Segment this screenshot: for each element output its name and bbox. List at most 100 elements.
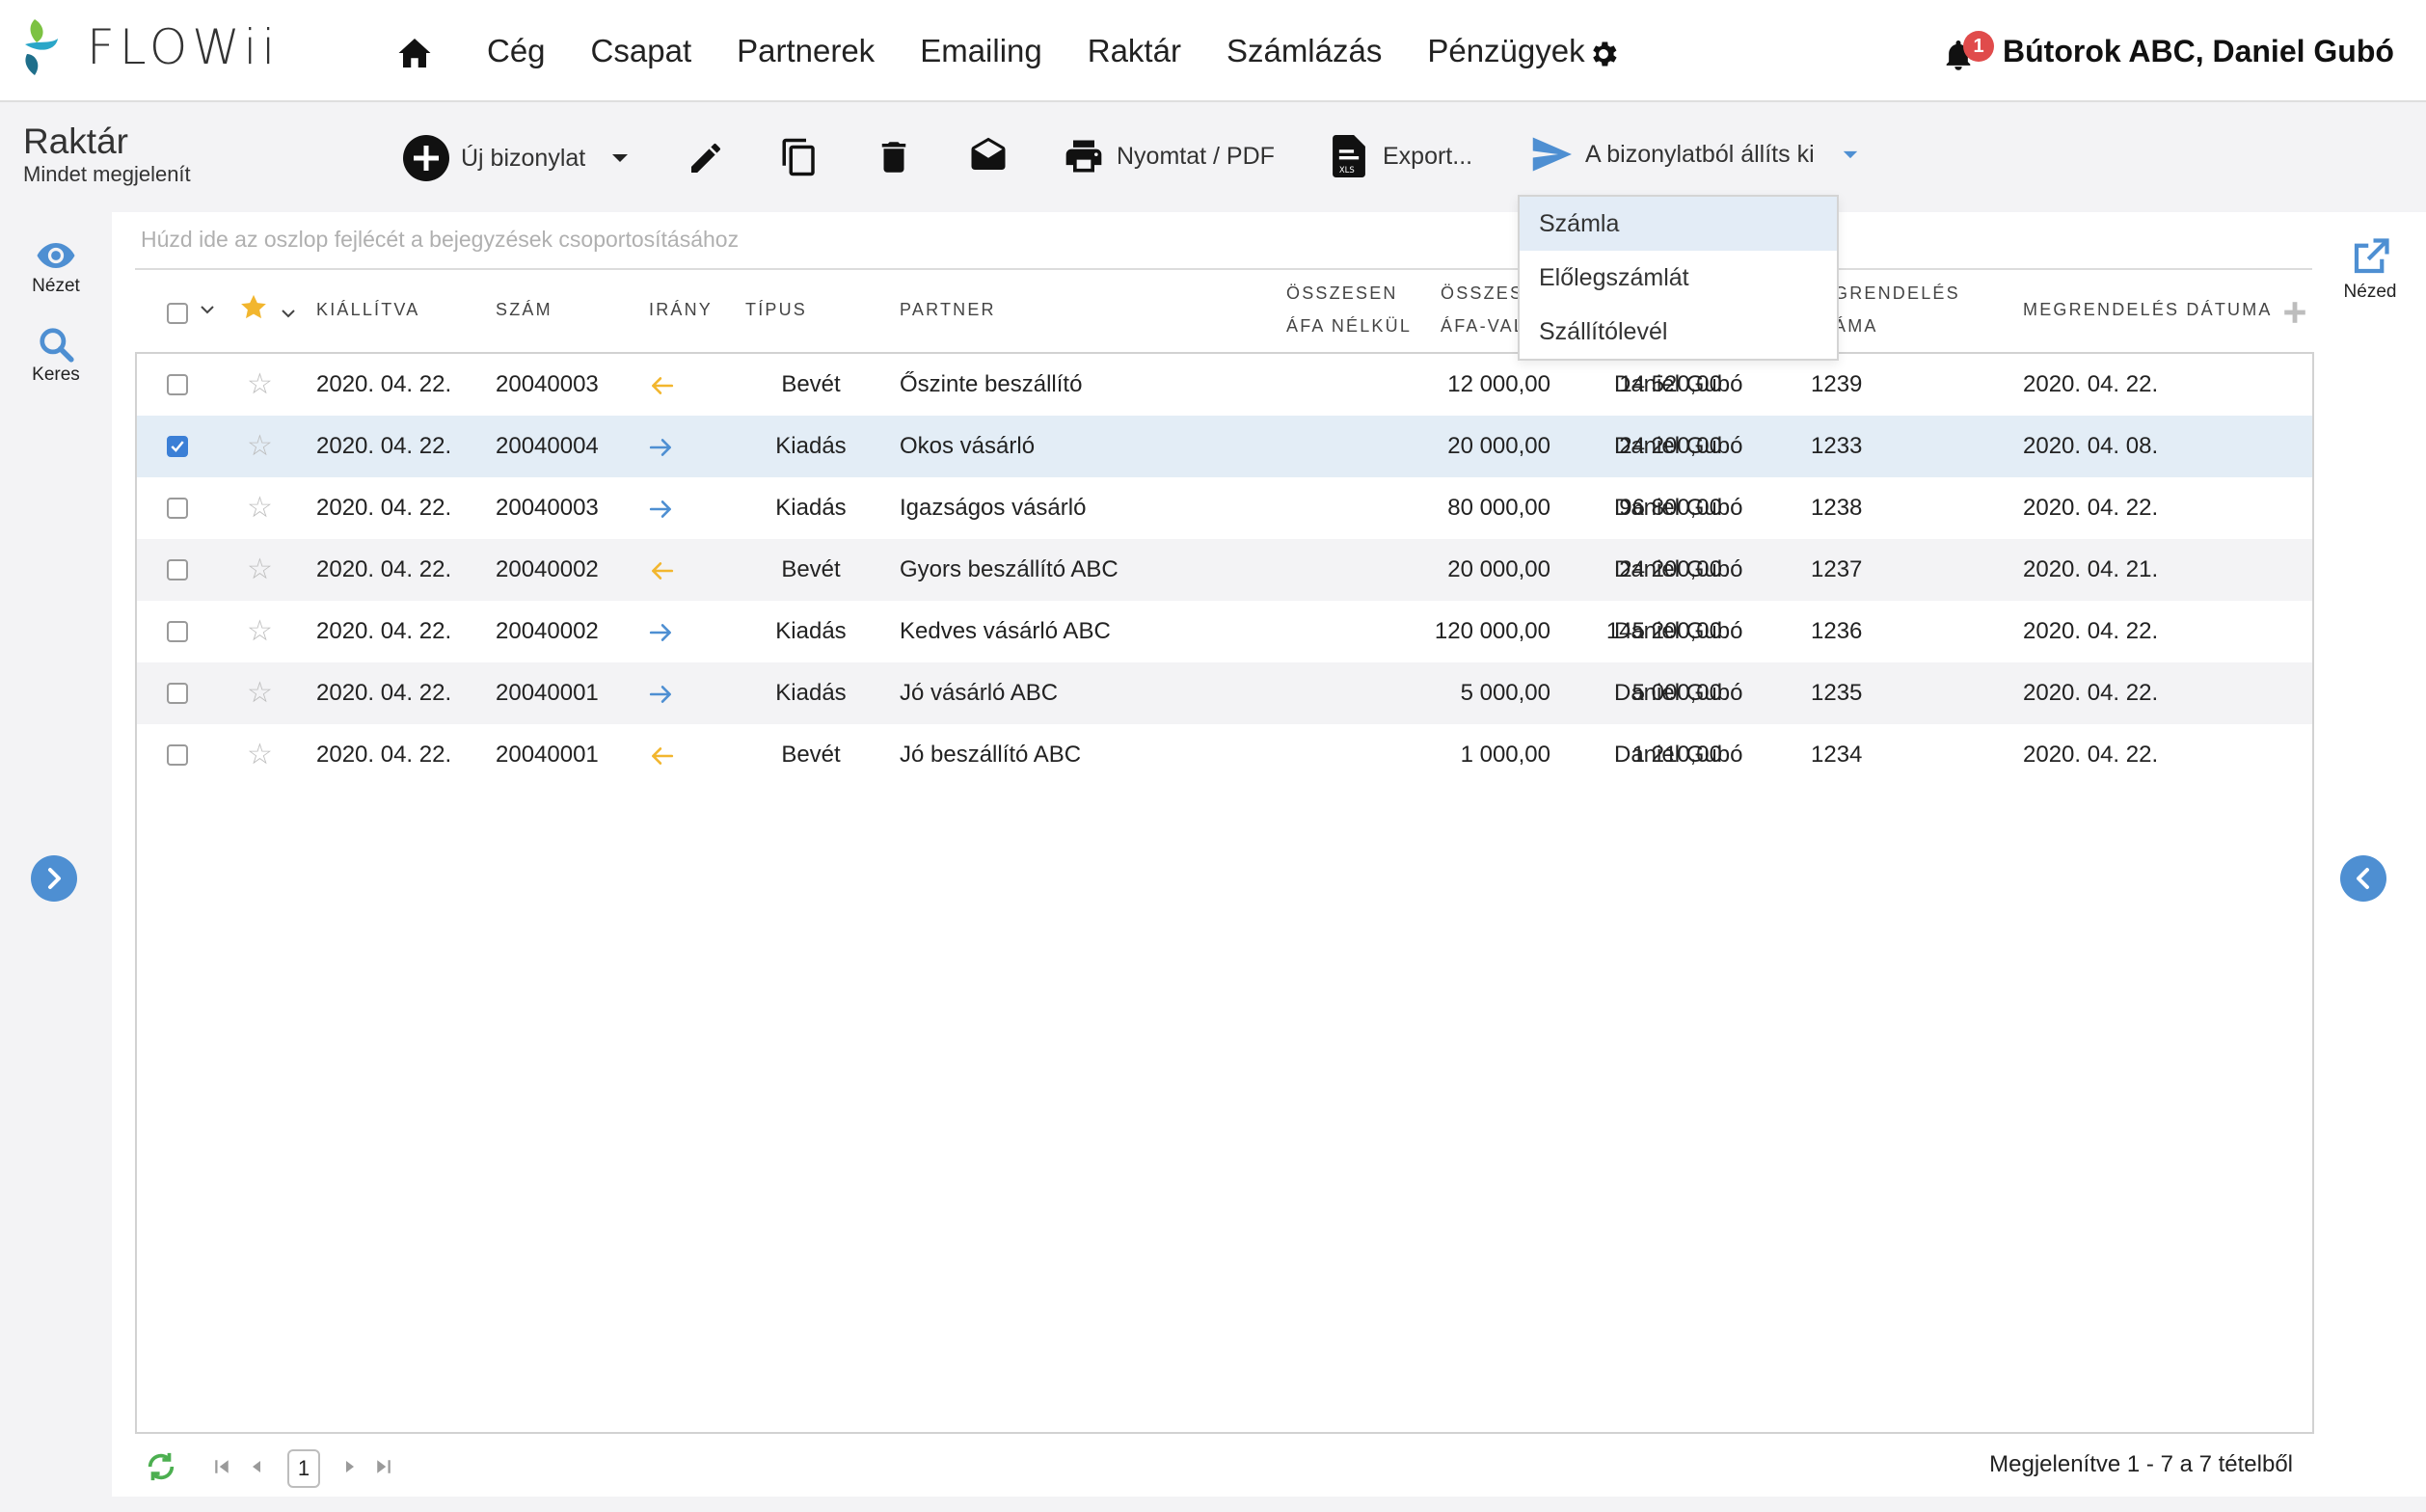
col-header-gross-line1[interactable]: ÖSSZES xyxy=(1441,277,1523,310)
col-header-type[interactable]: TÍPUS xyxy=(745,293,807,326)
expand-left-panel-button[interactable] xyxy=(31,855,77,902)
open-view-external[interactable]: Nézed xyxy=(2330,237,2411,303)
table-row[interactable]: ☆ 2020. 04. 22. 20040004 Kiadás Okos vás… xyxy=(137,416,2312,477)
menu-item-szallitolevel[interactable]: Szállítólevél xyxy=(1520,305,1837,359)
arrow-left-icon xyxy=(652,377,674,394)
home-icon[interactable] xyxy=(397,37,432,69)
view-toggle[interactable]: Nézet xyxy=(23,243,89,297)
star-icon[interactable]: ☆ xyxy=(247,494,273,523)
col-header-issued[interactable]: KIÁLLÍTVA xyxy=(316,293,420,326)
cell-order-no: 1238 xyxy=(1811,495,1863,521)
cell-type: Kiadás xyxy=(775,495,847,521)
col-header-gross-line2[interactable]: ÁFA-VAL xyxy=(1441,310,1525,342)
copy-icon[interactable] xyxy=(779,137,820,177)
cell-type: Kiadás xyxy=(775,433,847,459)
nav-item-ceg[interactable]: Cég xyxy=(487,33,546,69)
cell-user: Daniel Gubó xyxy=(1614,680,1743,706)
group-divider xyxy=(135,268,2312,270)
star-filter-icon[interactable] xyxy=(239,293,268,322)
nav-item-raktar[interactable]: Raktár xyxy=(1088,33,1181,69)
next-page-icon[interactable] xyxy=(342,1458,358,1475)
table-row[interactable]: ☆ 2020. 04. 22. 20040001 Kiadás Jó vásár… xyxy=(137,662,2312,724)
menu-item-szamla[interactable]: Számla xyxy=(1520,197,1837,251)
cell-number: 20040001 xyxy=(496,742,599,768)
print-pdf-button[interactable]: Nyomtat / PDF xyxy=(1063,135,1275,177)
group-by-drop-zone[interactable]: Húzd ide az oszlop fejlécét a bejegyzése… xyxy=(141,227,739,253)
gear-icon[interactable] xyxy=(1587,38,1620,70)
search-toggle[interactable]: Keres xyxy=(23,326,89,386)
cell-order-no: 1236 xyxy=(1811,618,1863,644)
row-checkbox[interactable] xyxy=(167,374,188,395)
table-row[interactable]: ☆ 2020. 04. 22. 20040002 Bevét Gyors bes… xyxy=(137,539,2312,601)
row-checkbox[interactable] xyxy=(167,744,188,766)
cell-order-date: 2020. 04. 08. xyxy=(2023,433,2159,459)
last-page-icon[interactable] xyxy=(375,1458,392,1475)
previous-page-icon[interactable] xyxy=(249,1458,264,1475)
chevron-down-icon[interactable] xyxy=(281,309,296,318)
row-checkbox[interactable] xyxy=(167,498,188,519)
notifications-button[interactable]: 1 xyxy=(1944,31,1994,75)
row-checkbox[interactable] xyxy=(167,683,188,704)
col-header-net-line2[interactable]: ÁFA NÉLKÜL xyxy=(1286,310,1412,342)
star-icon[interactable]: ☆ xyxy=(247,617,273,646)
nav-item-penzugyek[interactable]: Pénzügyek xyxy=(1427,33,1584,69)
col-header-net-line1[interactable]: ÖSSZESEN xyxy=(1286,277,1398,310)
nav-item-csapat[interactable]: Csapat xyxy=(591,33,692,69)
export-button[interactable]: XLS Export... xyxy=(1333,135,1472,177)
trash-icon[interactable] xyxy=(874,137,914,177)
user-company-menu[interactable]: Bútorok ABC, Daniel Gubó xyxy=(2003,34,2394,69)
star-icon[interactable]: ☆ xyxy=(247,432,273,461)
star-icon[interactable]: ☆ xyxy=(247,370,273,399)
star-icon[interactable]: ☆ xyxy=(247,741,273,770)
issue-from-dropdown-menu: Számla Előlegszámlát Szállítólevél xyxy=(1518,195,1839,361)
table-row[interactable]: ☆ 2020. 04. 22. 20040002 Kiadás Kedves v… xyxy=(137,601,2312,662)
cell-number: 20040001 xyxy=(496,680,599,706)
issue-from-document-button[interactable]: A bizonylatból állíts ki xyxy=(1531,137,1859,172)
col-header-partner[interactable]: PARTNER xyxy=(900,293,996,326)
external-link-icon xyxy=(2354,238,2389,274)
table-row[interactable]: ☆ 2020. 04. 22. 20040003 Bevét Őszinte b… xyxy=(137,354,2312,416)
arrow-left-icon xyxy=(652,562,674,580)
select-all-checkbox[interactable] xyxy=(167,303,188,324)
chevron-left-icon xyxy=(2357,868,2369,889)
checkmark-icon xyxy=(171,441,184,452)
arrow-right-icon xyxy=(649,686,671,703)
cell-partner: Igazságos vásárló xyxy=(900,495,1087,521)
nav-item-partnerek[interactable]: Partnerek xyxy=(737,33,875,69)
cell-order-date: 2020. 04. 22. xyxy=(2023,618,2159,644)
table-row[interactable]: ☆ 2020. 04. 22. 20040003 Kiadás Igazságo… xyxy=(137,477,2312,539)
cell-net: 120 000,00 xyxy=(1434,618,1550,644)
table-row[interactable]: ☆ 2020. 04. 22. 20040001 Bevét Jó beszál… xyxy=(137,724,2312,786)
nav-item-emailing[interactable]: Emailing xyxy=(920,33,1042,69)
cell-user: Daniel Gubó xyxy=(1614,371,1743,397)
caret-down-icon xyxy=(1843,150,1857,158)
star-icon[interactable]: ☆ xyxy=(247,679,273,708)
cell-order-no: 1239 xyxy=(1811,371,1863,397)
cell-user: Daniel Gubó xyxy=(1614,556,1743,582)
nav-item-szamlazas[interactable]: Számlázás xyxy=(1226,33,1382,69)
cell-net: 20 000,00 xyxy=(1447,433,1550,459)
col-header-number[interactable]: SZÁM xyxy=(496,293,553,326)
first-page-icon[interactable] xyxy=(213,1458,230,1475)
star-icon[interactable]: ☆ xyxy=(247,555,273,584)
pencil-icon[interactable] xyxy=(687,139,725,177)
refresh-icon[interactable] xyxy=(145,1450,177,1483)
current-page-input[interactable]: 1 xyxy=(287,1449,320,1488)
row-checkbox[interactable] xyxy=(167,621,188,642)
new-document-button[interactable]: Új bizonylat xyxy=(403,135,630,181)
add-column-icon[interactable] xyxy=(2283,301,2306,324)
row-checkbox[interactable] xyxy=(167,436,188,457)
flowii-logo[interactable]: FLOWii xyxy=(21,15,280,79)
col-header-order-no-line2[interactable]: ÁMA xyxy=(1834,310,1878,342)
row-checkbox[interactable] xyxy=(167,559,188,580)
collapse-right-panel-button[interactable] xyxy=(2340,855,2386,902)
col-header-order-date[interactable]: MEGRENDELÉS DÁTUMA xyxy=(2023,293,2273,326)
envelope-open-icon[interactable] xyxy=(967,136,1010,176)
col-header-direction[interactable]: IRÁNY xyxy=(649,293,713,326)
chevron-down-icon[interactable] xyxy=(200,305,215,314)
col-header-order-no-line1[interactable]: GRENDELÉS xyxy=(1834,277,1960,310)
menu-item-elolegszamla[interactable]: Előlegszámlát xyxy=(1520,251,1837,305)
view-filter-label[interactable]: Mindet megjelenít xyxy=(23,162,191,187)
send-icon xyxy=(1532,137,1572,172)
cell-issued: 2020. 04. 22. xyxy=(316,495,452,521)
